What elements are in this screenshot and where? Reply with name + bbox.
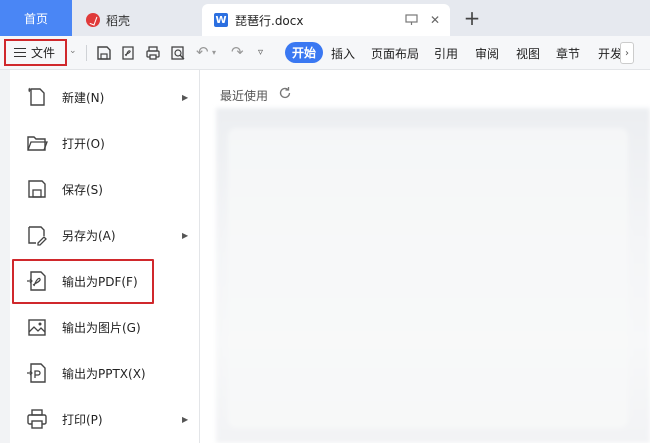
menu-item-label: 打开(O) [62,136,105,151]
save-icon [28,180,46,198]
redo-icon[interactable]: ↷ [231,43,244,61]
menu-item-print[interactable]: 打印(P) ▶ [10,396,200,442]
menu-item-new[interactable]: 新建(N) ▶ [10,74,200,120]
export-pptx-icon [27,363,46,383]
menu-item-save-as[interactable]: 另存为(A) ▶ [10,212,200,258]
print-icon [27,409,47,429]
submenu-arrow-icon: ▶ [182,414,189,424]
file-menu-button[interactable]: 文件 [4,39,67,66]
tab-document-label: 琵琶行.docx [235,13,304,28]
menu-item-export-pptx[interactable]: 输出为PPTX(X) [10,350,200,396]
recent-files-placeholder [228,128,628,428]
tab-chapter[interactable]: 章节 [556,45,580,62]
screen-icon[interactable] [402,11,420,29]
print-preview-icon[interactable] [170,45,186,61]
tab-daoke-label: 稻壳 [106,13,131,28]
tab-bar: 首页 稻壳 W 琵琶行.docx ✕ + [0,0,650,36]
toolbar-divider [86,45,87,61]
print-icon[interactable] [145,45,161,61]
undo-icon[interactable]: ↶ [196,43,209,61]
tab-review[interactable]: 审阅 [475,45,499,62]
recent-files-list-blurred [216,108,650,443]
tab-daoke[interactable]: 稻壳 [72,4,200,36]
tab-references[interactable]: 引用 [434,45,458,62]
export-pdf-icon[interactable] [120,45,136,61]
export-pdf-highlight-box [12,259,154,304]
menu-item-label: 保存(S) [62,182,103,197]
daoke-logo-icon [86,13,100,27]
file-menu-panel: 新建(N) ▶ 打开(O) 保存(S) 另存为(A) ▶ 输出为PDF(F) 输… [10,70,200,443]
tab-start[interactable]: 开始 [285,42,323,63]
toolbar: 文件 ⌄ ↶ ▾ ↷ ▿ 开始 插入 页面布局 引用 审阅 视图 章节 开发 › [0,36,650,70]
chevron-down-icon[interactable]: ⌄ [69,46,77,56]
tab-home[interactable]: 首页 [0,0,72,36]
tab-insert[interactable]: 插入 [331,45,355,62]
tab-developer[interactable]: 开发 [598,45,620,62]
menu-item-label: 另存为(A) [62,228,116,243]
menu-item-label: 输出为图片(G) [62,320,141,335]
export-image-icon [28,319,46,336]
tab-view[interactable]: 视图 [516,45,540,62]
quick-access-more-icon[interactable]: ▿ [258,47,263,58]
hamburger-icon [14,48,26,57]
new-doc-icon [28,87,45,106]
menu-item-save[interactable]: 保存(S) [10,166,200,212]
submenu-arrow-icon: ▶ [182,92,189,102]
menu-item-label: 新建(N) [62,90,105,105]
folder-open-icon [27,136,48,151]
document-margin [0,70,10,443]
submenu-arrow-icon: ▶ [182,230,189,240]
refresh-icon[interactable] [278,86,292,100]
ribbon-scroll-right-button[interactable]: › [620,42,634,64]
menu-item-label: 打印(P) [62,412,103,427]
tab-document[interactable]: W 琵琶行.docx ✕ [202,4,450,36]
menu-item-open[interactable]: 打开(O) [10,120,200,166]
save-icon[interactable] [96,45,112,61]
save-as-icon [28,226,47,246]
close-tab-icon[interactable]: ✕ [426,11,444,29]
menu-item-export-image[interactable]: 输出为图片(G) [10,304,200,350]
recent-files-title: 最近使用 [220,89,269,103]
menu-item-label: 输出为PPTX(X) [62,366,146,381]
wps-writer-icon: W [214,13,228,27]
tab-page-layout[interactable]: 页面布局 [371,45,419,62]
undo-dropdown-icon[interactable]: ▾ [212,48,216,57]
file-menu-label: 文件 [31,46,56,60]
new-tab-button[interactable]: + [458,6,486,30]
